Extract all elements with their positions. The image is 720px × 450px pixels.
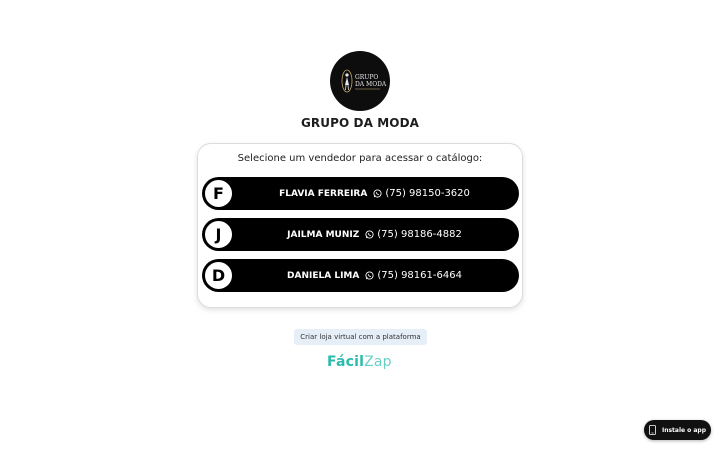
seller-phone: (75) 98161-6464 (377, 270, 462, 281)
seller-initial: F (203, 178, 234, 209)
install-app-label: Instale o app (661, 426, 707, 434)
seller-button-jailma[interactable]: J JAILMA MUNIZ (75) 98186-4882 (202, 218, 519, 251)
whatsapp-icon (365, 230, 374, 239)
brand-part2: Zap (364, 354, 392, 370)
brand-part1: Fácil (327, 354, 365, 370)
seller-name: DANIELA LIMA (287, 270, 360, 281)
install-app-button[interactable]: Instale o app (644, 420, 711, 440)
store-logo: GRUPO DA MODA (330, 51, 390, 111)
seller-info: JAILMA MUNIZ (75) 98186-4882 (238, 218, 511, 251)
seller-button-daniela[interactable]: D DANIELA LIMA (75) 98161-6464 (202, 259, 519, 292)
store-name: GRUPO DA MODA (300, 116, 420, 130)
seller-initial: D (203, 260, 234, 291)
whatsapp-icon (373, 189, 382, 198)
seller-button-flavia[interactable]: F FLAVIA FERREIRA (75) 98150-3620 (202, 177, 519, 210)
create-store-button[interactable]: Criar loja virtual com a plataforma (294, 329, 427, 345)
smartphone-icon (649, 425, 656, 435)
seller-info: DANIELA LIMA (75) 98161-6464 (238, 259, 511, 292)
seller-card: Selecione um vendedor para acessar o cat… (197, 143, 523, 308)
seller-phone: (75) 98186-4882 (377, 229, 462, 240)
seller-info: FLAVIA FERREIRA (75) 98150-3620 (238, 177, 511, 210)
seller-initial: J (203, 219, 234, 250)
page: GRUPO DA MODA GRUPO DA MODA Selecione um… (0, 0, 720, 450)
seller-name: FLAVIA FERREIRA (279, 188, 368, 199)
card-title: Selecione um vendedor para acessar o cat… (237, 153, 483, 164)
logo-text-line2: DA MODA (355, 81, 387, 88)
facilzap-logo[interactable]: FácilZap (327, 354, 392, 370)
logo-text-line1: GRUPO (355, 74, 378, 81)
store-logo-mark: GRUPO DA MODA (341, 69, 387, 93)
seller-name: JAILMA MUNIZ (287, 229, 360, 240)
whatsapp-icon (365, 271, 374, 280)
seller-phone: (75) 98150-3620 (385, 188, 470, 199)
